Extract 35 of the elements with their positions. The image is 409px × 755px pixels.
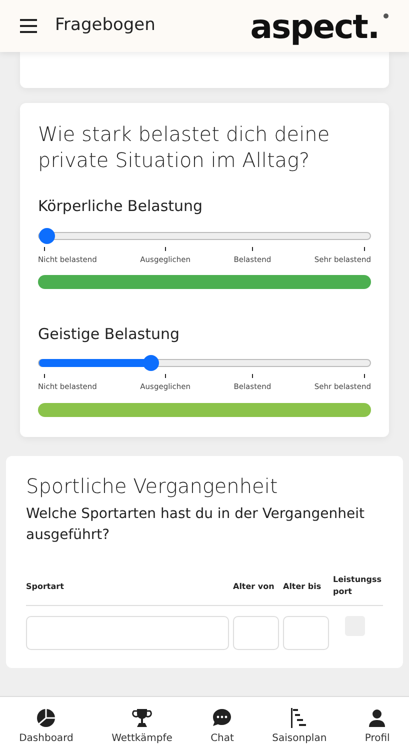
scale-label: Geistige Belastung (38, 324, 181, 345)
age-from-field[interactable] (233, 616, 279, 650)
column-header: Leistungssport (333, 574, 382, 598)
slider[interactable] (38, 355, 371, 372)
tick-mark (364, 374, 365, 378)
chat-icon (211, 706, 234, 728)
pie-chart-icon (35, 706, 58, 728)
column-header: Alter bis (283, 581, 322, 594)
menu-icon[interactable] (20, 19, 37, 33)
nav-item[interactable]: Saisonplan (272, 706, 327, 746)
page-title: Fragebogen (55, 14, 156, 38)
tick-mark (364, 246, 365, 250)
trophy-icon (130, 706, 153, 728)
tick-mark (44, 246, 45, 250)
logo: aspect. (250, 10, 380, 42)
nav-item[interactable]: Profil (364, 706, 390, 746)
age-to-field[interactable] (283, 616, 329, 650)
slider-thumb[interactable] (142, 355, 159, 372)
question-text: Wie stark belastet dich deine private Situation im Alltag? (38, 121, 331, 173)
nav-item[interactable]: Wettkämpfe (112, 706, 172, 746)
question-text: Welche Sportarten hast du in der Vergangenheit ausgeführt? (26, 504, 366, 544)
tick-mark (252, 246, 253, 250)
column-header: Alter von (233, 581, 276, 594)
sport-field[interactable] (26, 616, 229, 650)
tick-mark (164, 374, 166, 378)
slider[interactable] (38, 228, 371, 244)
tick-mark (44, 374, 45, 378)
slider-thumb[interactable] (39, 228, 55, 244)
scale-label: Körperliche Belastung (38, 196, 204, 217)
nav-item[interactable]: Chat (210, 706, 234, 746)
nav-item[interactable]: Dashboard (19, 706, 74, 746)
section-title: Sportliche Vergangenheit (26, 474, 279, 498)
column-header: Sportart (26, 581, 65, 594)
tick-mark (164, 246, 166, 250)
tick-mark (252, 374, 253, 378)
